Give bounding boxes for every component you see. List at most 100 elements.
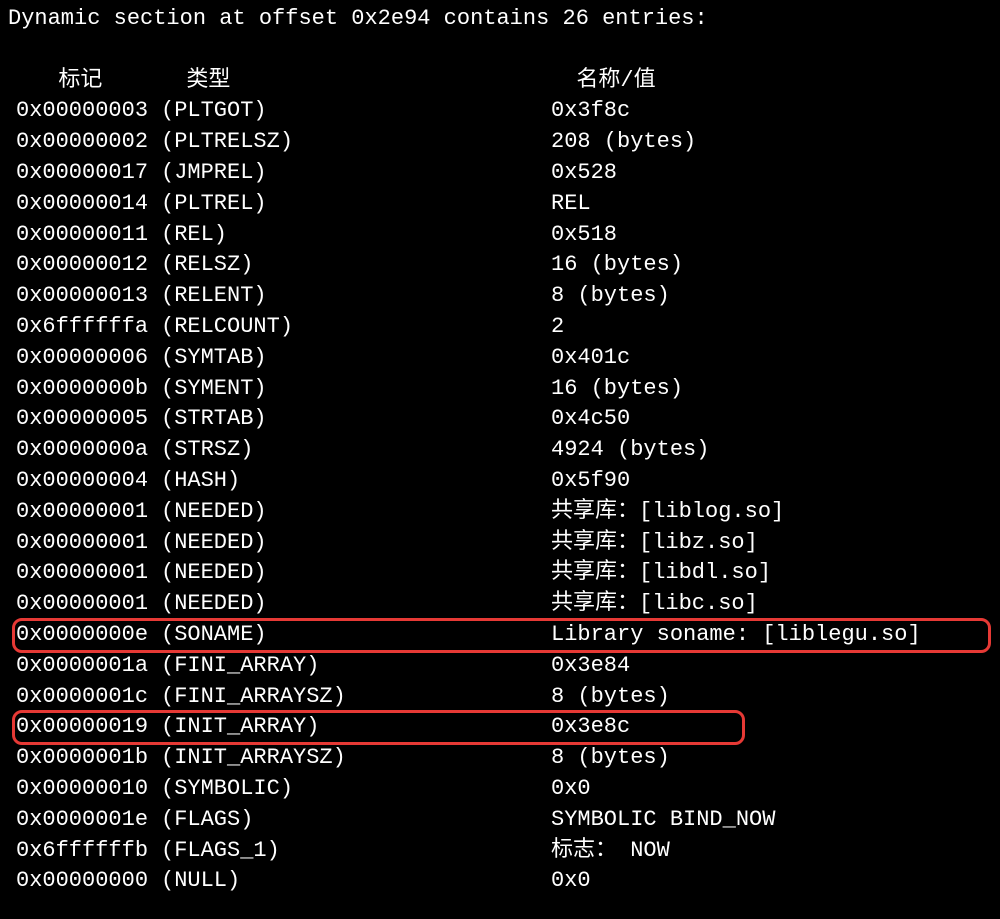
table-row: 0x0000000a(STRSZ)4924 (bytes) [8,435,992,466]
entry-type: (RELENT) [161,281,551,312]
entry-tag: 0x00000014 [16,189,161,220]
entry-type: (PLTGOT) [161,96,551,127]
entry-value: 共享库：[libdl.so] [551,558,992,589]
header-tag: 标记 [34,66,186,97]
table-row: 0x00000010(SYMBOLIC)0x0 [8,774,992,805]
entry-tag: 0x00000012 [16,250,161,281]
entry-tag: 0x00000006 [16,343,161,374]
table-row: 0x00000001(NEEDED)共享库：[libc.so] [8,589,992,620]
dynamic-section-title: Dynamic section at offset 0x2e94 contain… [8,4,992,35]
table-row: 0x6ffffffb(FLAGS_1)标志： NOW [8,836,992,867]
header-type: 类型 [186,66,576,97]
entry-value: Library soname: [liblegu.so] [551,620,992,651]
entry-value: 8 (bytes) [551,743,992,774]
entry-tag: 0x00000003 [16,96,161,127]
entry-type: (STRSZ) [161,435,551,466]
entry-tag: 0x00000011 [16,220,161,251]
entry-value: 208 (bytes) [551,127,992,158]
table-row: 0x00000011(REL)0x518 [8,220,992,251]
entry-value: 0x528 [551,158,992,189]
entry-tag: 0x00000005 [16,404,161,435]
table-row: 0x00000000(NULL)0x0 [8,866,992,897]
table-row: 0x00000013(RELENT)8 (bytes) [8,281,992,312]
entries-list: 0x00000003(PLTGOT)0x3f8c0x00000002(PLTRE… [8,96,992,897]
table-row: 0x00000005(STRTAB)0x4c50 [8,404,992,435]
entry-type: (FINI_ARRAYSZ) [161,682,551,713]
table-row: 0x6ffffffa(RELCOUNT)2 [8,312,992,343]
entry-type: (FLAGS) [161,805,551,836]
entry-tag: 0x00000017 [16,158,161,189]
entry-value: 16 (bytes) [551,250,992,281]
table-row: 0x0000000e(SONAME)Library soname: [lible… [8,620,992,651]
table-row: 0x00000017(JMPREL)0x528 [8,158,992,189]
entry-value: 0x0 [551,866,992,897]
entry-value: 0x518 [551,220,992,251]
entry-value: 8 (bytes) [551,682,992,713]
entry-tag: 0x0000000a [16,435,161,466]
entry-value: SYMBOLIC BIND_NOW [551,805,992,836]
table-row: 0x00000019(INIT_ARRAY)0x3e8c [8,712,992,743]
entry-tag: 0x0000001e [16,805,161,836]
entry-value: 共享库：[libz.so] [551,528,992,559]
entry-value: 0x5f90 [551,466,992,497]
table-row: 0x00000001(NEEDED)共享库：[libdl.so] [8,558,992,589]
entry-value: 0x0 [551,774,992,805]
entry-type: (HASH) [161,466,551,497]
entry-value: 2 [551,312,992,343]
entry-type: (SYMTAB) [161,343,551,374]
entry-value: 标志： NOW [551,836,992,867]
entry-tag: 0x00000001 [16,558,161,589]
entry-value: 共享库：[liblog.so] [551,497,992,528]
entry-type: (JMPREL) [161,158,551,189]
entry-tag: 0x00000001 [16,528,161,559]
entry-type: (SYMBOLIC) [161,774,551,805]
table-row: 0x00000002(PLTRELSZ)208 (bytes) [8,127,992,158]
table-row: 0x0000001b(INIT_ARRAYSZ)8 (bytes) [8,743,992,774]
entry-tag: 0x6ffffffa [16,312,161,343]
entry-value: 共享库：[libc.so] [551,589,992,620]
entry-type: (STRTAB) [161,404,551,435]
table-row: 0x00000006(SYMTAB)0x401c [8,343,992,374]
entry-tag: 0x6ffffffb [16,836,161,867]
entry-tag: 0x00000002 [16,127,161,158]
entry-type: (REL) [161,220,551,251]
entry-value: 0x4c50 [551,404,992,435]
entry-type: (INIT_ARRAY) [161,712,551,743]
entry-value: 0x3e84 [551,651,992,682]
entry-type: (RELCOUNT) [161,312,551,343]
entry-type: (RELSZ) [161,250,551,281]
entry-type: (SYMENT) [161,374,551,405]
entry-tag: 0x00000001 [16,497,161,528]
entry-tag: 0x00000001 [16,589,161,620]
entry-value: 16 (bytes) [551,374,992,405]
entry-tag: 0x0000000e [16,620,161,651]
entry-type: (NEEDED) [161,497,551,528]
table-row: 0x00000014(PLTREL)REL [8,189,992,220]
entry-tag: 0x0000001c [16,682,161,713]
entry-value: REL [551,189,992,220]
table-row: 0x00000001(NEEDED)共享库：[libz.so] [8,528,992,559]
table-row: 0x00000003(PLTGOT)0x3f8c [8,96,992,127]
entry-type: (FLAGS_1) [161,836,551,867]
entry-type: (NULL) [161,866,551,897]
entry-type: (NEEDED) [161,558,551,589]
entry-value: 0x401c [551,343,992,374]
entry-type: (SONAME) [161,620,551,651]
entry-tag: 0x0000000b [16,374,161,405]
entry-tag: 0x0000001b [16,743,161,774]
entry-type: (NEEDED) [161,528,551,559]
table-row: 0x0000001c(FINI_ARRAYSZ)8 (bytes) [8,682,992,713]
header-value: 名称/值 [576,66,655,97]
entry-type: (INIT_ARRAYSZ) [161,743,551,774]
column-headers: 标记类型名称/值 [8,35,992,97]
entry-tag: 0x00000019 [16,712,161,743]
entry-tag: 0x00000000 [16,866,161,897]
entry-value: 0x3f8c [551,96,992,127]
entry-value: 0x3e8c [551,712,992,743]
entry-value: 4924 (bytes) [551,435,992,466]
table-row: 0x0000001e(FLAGS)SYMBOLIC BIND_NOW [8,805,992,836]
table-row: 0x00000001(NEEDED)共享库：[liblog.so] [8,497,992,528]
entry-type: (PLTREL) [161,189,551,220]
entry-tag: 0x00000004 [16,466,161,497]
entry-tag: 0x0000001a [16,651,161,682]
